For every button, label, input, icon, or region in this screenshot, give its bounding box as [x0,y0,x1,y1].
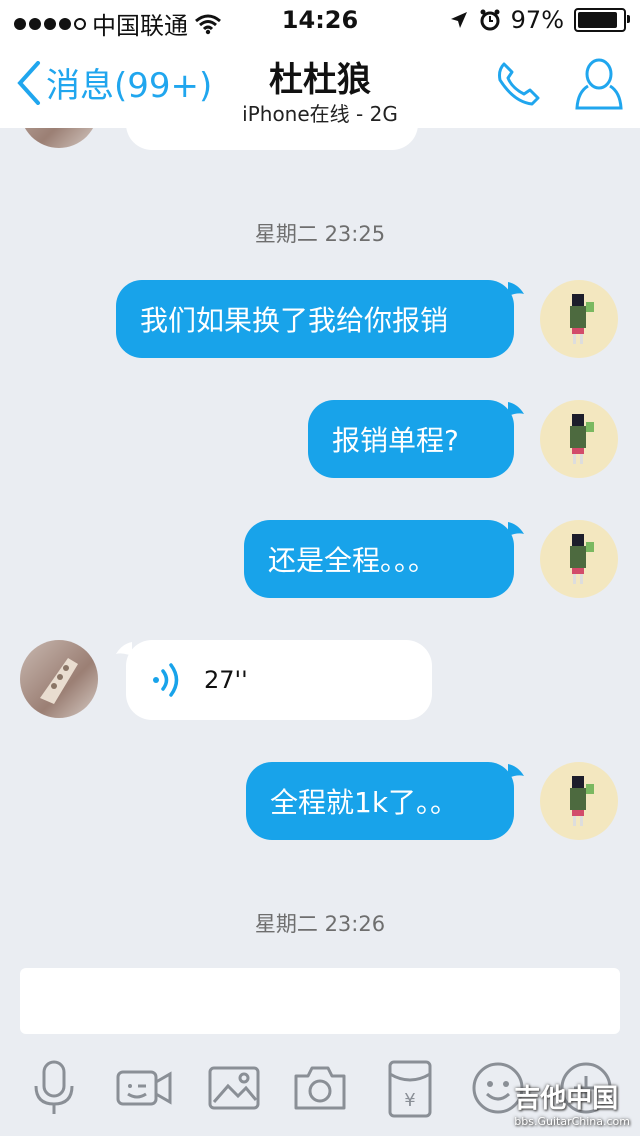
message-text: 我们如果换了我给你报销 [140,304,449,337]
red-packet-icon[interactable]: ¥ [382,1058,438,1118]
guitar-headstock-photo [40,658,78,704]
bubble-tail [508,282,524,296]
watermark: 吉他中国 bbs.GuitarChina.com [514,1078,630,1128]
battery-percent: 97% [510,6,564,34]
voice-message-bubble[interactable]: 27'' [116,640,432,720]
my-avatar[interactable] [540,400,618,478]
timestamp: 星期二 23:26 [254,912,386,936]
status-right: 97% [449,6,630,34]
message-bubble[interactable]: 我们如果换了我给你报销 [116,280,524,358]
timestamp: 星期二 23:25 [254,222,386,246]
peer-avatar[interactable] [20,128,98,148]
message-text: 还是全程。。。 [268,544,437,577]
bubble-tail [508,402,524,416]
message-text: 全程就1k了。。 [270,786,459,819]
status-bar: 中国联通 14:26 97% [0,0,640,40]
svg-text:¥: ¥ [404,1090,415,1111]
online-status: iPhone在线 - 2G [242,102,398,126]
bubble-tail [508,522,524,536]
peer-avatar[interactable] [20,640,98,718]
watermark-sub: bbs.GuitarChina.com [514,1115,630,1128]
input-toolbar: ¥ 吉他中国 bbs.GuitarChina.com [0,1048,640,1136]
image-icon[interactable] [206,1058,262,1118]
message-input[interactable] [20,968,620,1034]
location-arrow-icon [450,12,467,28]
pixel-character-icon [570,534,594,584]
message-bubble[interactable]: 还是全程。。。 [244,520,524,598]
video-call-icon[interactable] [116,1058,172,1118]
microphone-icon[interactable] [26,1058,82,1118]
bubble-tail [116,642,132,656]
my-avatar[interactable] [540,520,618,598]
pixel-character-icon [570,294,594,344]
message-bubble[interactable]: 报销单程? [308,400,524,478]
my-avatar[interactable] [540,280,618,358]
alarm-icon [480,9,500,31]
chat-title: 杜杜狼 [269,60,371,100]
nav-bar: 消息(99+) 杜杜狼 iPhone在线 - 2G [0,40,640,128]
voice-duration: 27'' [204,666,248,694]
voice-wave-icon [153,663,179,697]
pixel-character-icon [570,414,594,464]
my-avatar[interactable] [540,762,618,840]
profile-icon[interactable] [574,56,624,112]
message-text: 报销单程? [332,424,459,457]
chat-area[interactable]: 星期二 23:25 我们如果换了我给你报销 报销单程? 还是全程。。。 27''… [0,128,640,960]
watermark-main: 吉他中国 [514,1084,619,1114]
message-bubble[interactable]: 全程就1k了。。 [246,762,524,840]
bubble-tail [508,764,524,778]
camera-icon[interactable] [292,1058,348,1118]
phone-call-icon[interactable] [494,60,542,108]
previous-message-bubble[interactable] [126,128,418,150]
pixel-character-icon [570,776,594,826]
battery-icon [574,8,630,32]
